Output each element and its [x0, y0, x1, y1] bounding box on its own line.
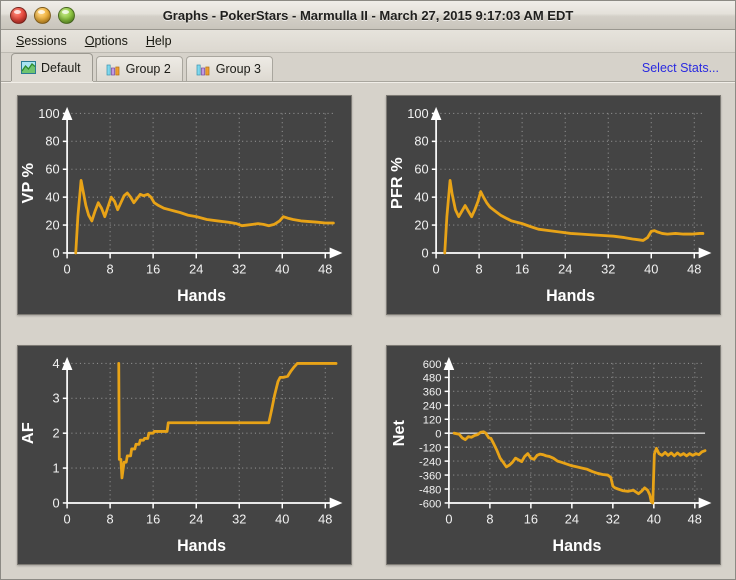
menu-item-options[interactable]: Options: [76, 32, 137, 50]
svg-text:20: 20: [45, 217, 59, 232]
svg-text:48: 48: [687, 262, 701, 277]
area-chart-icon: [21, 61, 36, 74]
svg-text:80: 80: [45, 134, 59, 149]
menu-item-help[interactable]: Help: [137, 32, 181, 50]
svg-text:40: 40: [45, 189, 59, 204]
svg-text:480: 480: [423, 373, 442, 385]
svg-text:24: 24: [189, 262, 203, 277]
chart-panel-vp[interactable]: 0 20 40 60 80 100 0 8 16 24 32 40 48 VP % Hands: [17, 95, 352, 315]
x-axis-label: Hands: [546, 287, 595, 305]
svg-text:0: 0: [421, 245, 428, 260]
svg-text:32: 32: [601, 262, 615, 277]
tab-group-2[interactable]: Group 2: [95, 56, 183, 81]
x-axis-label: Hands: [177, 287, 226, 305]
menu-item-options-label: ptions: [94, 34, 128, 48]
svg-text:48: 48: [688, 512, 702, 527]
svg-text:4: 4: [52, 356, 59, 371]
bar-chart-icon: [196, 63, 211, 76]
svg-text:8: 8: [486, 512, 493, 527]
svg-text:240: 240: [423, 401, 442, 413]
svg-text:40: 40: [414, 189, 428, 204]
svg-text:0: 0: [435, 428, 441, 440]
svg-text:0: 0: [445, 512, 452, 527]
tab-group-3-label: Group 3: [215, 62, 261, 76]
charts-grid: 0 20 40 60 80 100 0 8 16 24 32 40 48 VP % Hands 0 20 40 6…: [17, 95, 721, 565]
svg-text:48: 48: [318, 512, 332, 527]
svg-text:8: 8: [107, 512, 114, 527]
title-bar: Graphs - PokerStars - Marmulla II - Marc…: [1, 1, 735, 30]
chart-series-line: [452, 430, 707, 505]
svg-text:-480: -480: [419, 484, 441, 496]
tab-group-3[interactable]: Group 3: [185, 56, 273, 81]
minimize-button[interactable]: [34, 6, 51, 24]
svg-text:32: 32: [606, 512, 620, 527]
svg-text:2: 2: [52, 425, 59, 440]
svg-text:100: 100: [38, 106, 59, 121]
svg-text:360: 360: [423, 387, 442, 399]
window-title: Graphs - PokerStars - Marmulla II - Marc…: [162, 7, 574, 23]
svg-text:16: 16: [146, 512, 160, 527]
svg-text:-600: -600: [419, 498, 441, 510]
menu-bar: Sessions Options Help: [1, 30, 735, 53]
x-axis-label: Hands: [553, 537, 602, 555]
svg-text:40: 40: [644, 262, 658, 277]
svg-text:20: 20: [414, 217, 428, 232]
menu-item-help-label: elp: [154, 34, 172, 48]
svg-text:0: 0: [52, 495, 59, 510]
svg-text:16: 16: [515, 262, 529, 277]
tab-default[interactable]: Default: [11, 53, 93, 81]
svg-text:40: 40: [275, 262, 289, 277]
svg-text:32: 32: [232, 512, 246, 527]
menu-item-sessions[interactable]: Sessions: [7, 32, 76, 50]
svg-text:1: 1: [52, 460, 59, 475]
svg-text:600: 600: [423, 359, 442, 371]
svg-text:24: 24: [558, 262, 572, 277]
svg-text:48: 48: [318, 262, 332, 277]
svg-text:60: 60: [45, 161, 59, 176]
graphs-window: Graphs - PokerStars - Marmulla II - Marc…: [0, 0, 736, 580]
chart-series-line: [443, 178, 705, 255]
window-controls: [10, 6, 75, 24]
svg-text:24: 24: [565, 512, 579, 527]
x-axis-label: Hands: [177, 537, 226, 555]
chart-series-line: [74, 178, 335, 255]
svg-text:-360: -360: [419, 470, 441, 482]
tab-group-2-label: Group 2: [125, 62, 171, 76]
svg-text:100: 100: [407, 106, 428, 121]
svg-text:80: 80: [414, 134, 428, 149]
bar-chart-icon: [106, 63, 121, 76]
svg-text:40: 40: [647, 512, 661, 527]
svg-text:8: 8: [476, 262, 483, 277]
tab-strip: Default Group 2 Group 3 Select Stats...: [1, 53, 735, 82]
svg-text:0: 0: [433, 262, 440, 277]
svg-text:16: 16: [146, 262, 160, 277]
svg-text:3: 3: [52, 391, 59, 406]
y-axis-label: VP %: [19, 163, 37, 204]
chart-panel-pfr[interactable]: 0 20 40 60 80 100 0 8 16 24 32 40 48 PFR % Hands: [386, 95, 721, 315]
svg-text:16: 16: [524, 512, 538, 527]
svg-text:24: 24: [189, 512, 203, 527]
y-axis-label: Net: [390, 419, 408, 446]
chart-panel-af[interactable]: 0 1 2 3 4 0 8 16 24 32 40 48 AF Hands: [17, 345, 352, 565]
svg-text:120: 120: [423, 415, 442, 427]
svg-text:60: 60: [414, 161, 428, 176]
svg-text:0: 0: [52, 245, 59, 260]
select-stats-link[interactable]: Select Stats...: [642, 61, 719, 75]
svg-text:-120: -120: [419, 442, 441, 454]
svg-text:-240: -240: [419, 456, 441, 468]
svg-text:0: 0: [64, 512, 71, 527]
y-axis-label: AF: [19, 422, 37, 444]
close-button[interactable]: [10, 6, 27, 24]
svg-text:32: 32: [232, 262, 246, 277]
chart-panel-net[interactable]: 600 480 360 240 120 0 -120 -240 -360 -480 -600 0 8 16…: [386, 345, 721, 565]
svg-text:8: 8: [107, 262, 114, 277]
chart-series-line: [117, 362, 338, 480]
svg-text:40: 40: [275, 512, 289, 527]
tab-default-label: Default: [41, 60, 81, 75]
menu-item-sessions-label: essions: [24, 34, 67, 48]
y-axis-label: PFR %: [388, 157, 406, 209]
charts-client-area: 0 20 40 60 80 100 0 8 16 24 32 40 48 VP % Hands 0 20 40 6…: [1, 82, 735, 579]
zoom-button[interactable]: [58, 6, 75, 24]
svg-text:0: 0: [64, 262, 71, 277]
